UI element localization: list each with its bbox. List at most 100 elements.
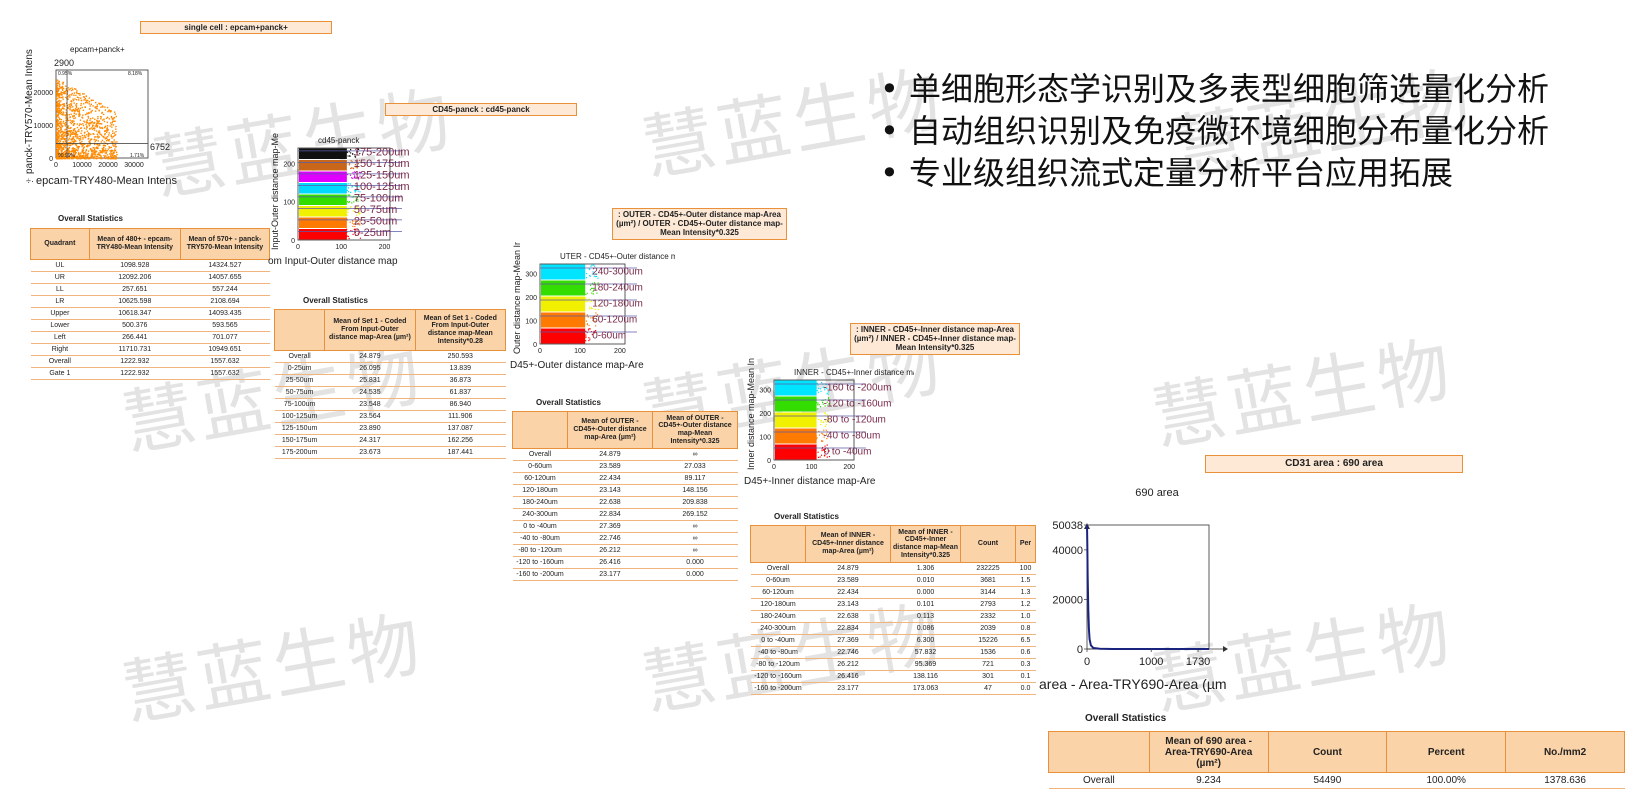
table-row: 75-100um 23.548 86.940: [274, 398, 506, 411]
scatter-point: [345, 235, 348, 238]
scatter-point: [84, 136, 87, 139]
scatter-point: [818, 418, 820, 421]
band-fill: [775, 428, 817, 444]
scatter-point: [76, 108, 78, 111]
scatter-point: [60, 128, 62, 131]
band-fill: [775, 380, 817, 396]
scatter-point: [346, 189, 348, 191]
scatter-point: [96, 133, 99, 136]
scatter-point: [815, 435, 817, 437]
scatter-point: [91, 109, 94, 112]
scatter-point: [64, 85, 67, 87]
scatter-point: [106, 106, 109, 109]
scatter-point: [81, 149, 83, 151]
scatter-point: [91, 154, 93, 157]
band-label: 0-25um: [354, 227, 391, 239]
scatter-point: [105, 140, 108, 142]
table-cell: 61.837: [415, 386, 506, 399]
scatter-point: [62, 120, 65, 123]
scatter-point: [79, 156, 81, 159]
scatter-point: [60, 133, 63, 136]
scatter-point: [62, 96, 64, 98]
scatter-point: [73, 114, 75, 117]
table-cell: 2332: [960, 610, 1016, 623]
band-label: 25-50um: [354, 215, 397, 227]
table-cell: 11710.731: [89, 343, 181, 356]
scatter-point: [58, 93, 60, 96]
scatter-point: [111, 137, 113, 139]
table-cell: 24.317: [324, 434, 416, 447]
scatter-point: [60, 145, 63, 148]
scatter-point: [108, 157, 111, 159]
scatter-point: [65, 137, 67, 140]
scatter-points: [56, 79, 118, 160]
scatter-point: [71, 143, 73, 146]
scatter-point: [110, 141, 113, 143]
chart-690-area: 690 area 0 20000 40000 50038 0 1000 1730 area - …: [1039, 487, 1228, 692]
table-cell: 240-300um: [750, 622, 806, 635]
scatter-point: [348, 151, 350, 153]
scatter-point: [67, 134, 69, 136]
scatter-point: [70, 100, 73, 103]
panel1-stats-title: Overall Statistics: [58, 214, 123, 223]
scatter-point: [96, 126, 98, 128]
table-row: UR 12092.206 14057.655: [30, 271, 270, 284]
scatter-point: [106, 154, 109, 156]
scatter-point: [56, 80, 58, 82]
scatter-point: [84, 106, 86, 108]
scatter-point: [817, 402, 819, 404]
scatter-point: [115, 151, 118, 154]
scatter-point: [349, 183, 352, 185]
table-cell: 0.101: [890, 598, 961, 611]
table-cell: 1.2: [1015, 598, 1036, 611]
scatter-point: [104, 132, 106, 135]
table-cell: 13.839: [415, 362, 506, 375]
scatter-point: [59, 112, 61, 115]
band-label: -120 to -160um: [824, 398, 892, 409]
scatter-point: [77, 107, 80, 110]
table-cell: 10618.347: [89, 307, 181, 320]
scatter-point: [104, 138, 107, 140]
scatter-point: [76, 134, 78, 136]
scatter-point: [821, 381, 823, 384]
table-cell: 3144: [960, 586, 1016, 599]
scatter-point: [108, 118, 111, 120]
band-fill: [775, 396, 817, 412]
scatter-point: [108, 109, 111, 111]
scatter-point: [58, 133, 60, 136]
scatter-point: [587, 329, 589, 331]
x-axis-label: D45+-Outer distance map-Are: [510, 360, 644, 371]
table-cell: LR: [30, 295, 90, 308]
column-header: No./mm2: [1505, 731, 1625, 773]
scatter-point: [75, 152, 78, 154]
scatter-point: [109, 149, 111, 152]
band-fill: [775, 412, 817, 428]
panel5-stats-table: Mean of 690 area - Area-TRY690-Area (µm²…: [1048, 731, 1625, 789]
scatter-point: [586, 272, 588, 275]
scatter-point: [96, 153, 99, 156]
scatter-point: [78, 124, 81, 127]
table-cell: 24.879: [805, 562, 891, 575]
scatter-point: [78, 113, 80, 116]
scatter-point: [67, 107, 70, 109]
scatter-point: [82, 123, 84, 125]
scatter-point: [77, 145, 79, 148]
scatter-point: [74, 98, 76, 100]
scatter-point: [86, 122, 88, 124]
scatter-point: [69, 135, 71, 137]
scatter-point: [78, 110, 80, 113]
scatter-point: [80, 104, 82, 107]
column-header: [512, 411, 568, 449]
scatter-point: [75, 148, 77, 151]
scatter-point: [98, 120, 100, 123]
table-cell: 266.441: [89, 331, 181, 344]
scatter-point: [90, 133, 92, 136]
table-cell: 0.010: [890, 574, 961, 587]
scatter-point: [71, 133, 74, 135]
scatter-point: [75, 156, 77, 158]
scatter-point: [104, 148, 107, 150]
scatter-point: [59, 96, 61, 99]
table-cell: 22.434: [805, 586, 891, 599]
scatter-point: [64, 131, 66, 133]
table-cell: 60-120um: [512, 472, 568, 485]
